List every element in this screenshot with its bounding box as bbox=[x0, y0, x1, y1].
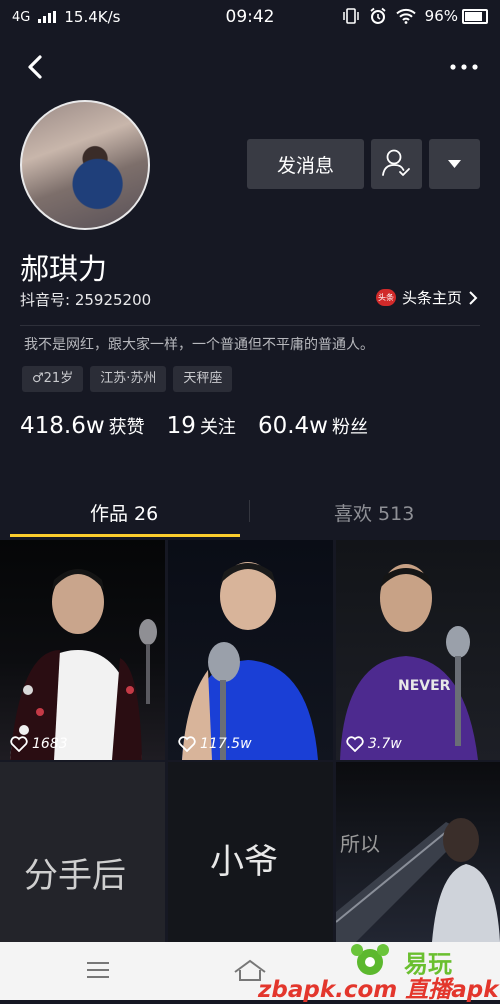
follow-button[interactable] bbox=[371, 139, 422, 189]
tag-constellation: 天秤座 bbox=[173, 366, 233, 392]
tab-likes[interactable]: 喜欢 513 bbox=[334, 499, 414, 526]
profile-stats: 418.6w 获赞 19 关注 60.4w 粉丝 bbox=[20, 413, 368, 439]
like-count-text: 1683 bbox=[32, 736, 68, 752]
back-icon[interactable] bbox=[22, 52, 50, 82]
status-bar: 4G 15.4K/s 09:42 96% bbox=[0, 0, 500, 34]
stat-value: 60.4w bbox=[257, 413, 328, 439]
toutiao-homepage-link[interactable]: 头条 头条主页 bbox=[375, 287, 478, 308]
stat-label: 关注 bbox=[199, 417, 236, 438]
like-count-text: 117.5w bbox=[200, 736, 252, 752]
user-check-icon bbox=[382, 149, 410, 176]
divider bbox=[20, 325, 480, 326]
video-thumbnail[interactable]: 分手后 bbox=[0, 762, 165, 942]
caret-down-icon bbox=[448, 160, 461, 168]
video-thumbnail[interactable]: 小爷 bbox=[168, 762, 333, 942]
content-tabs: 作品 26 喜欢 513 bbox=[0, 484, 500, 540]
watermark-url: zbapk.com 直播apk bbox=[258, 977, 499, 1003]
video-like-count: 1683 bbox=[10, 736, 68, 752]
bio: 我不是网红，跟大家一样，一个普通但不平庸的普通人。 bbox=[24, 337, 374, 353]
vibrate-icon bbox=[342, 8, 359, 24]
stat-label: 获赞 bbox=[108, 417, 145, 438]
status-right: 96% bbox=[342, 7, 488, 25]
toutiao-link-label: 头条主页 bbox=[401, 289, 462, 307]
singer-silhouette bbox=[182, 562, 318, 760]
tab-works[interactable]: 作品 26 bbox=[90, 499, 158, 526]
video-thumbnail[interactable]: 所以 bbox=[336, 762, 500, 942]
send-message-button[interactable]: 发消息 bbox=[247, 139, 364, 189]
battery-icon bbox=[462, 8, 488, 24]
alarm-icon bbox=[370, 7, 386, 24]
video-like-count: 117.5w bbox=[178, 736, 252, 752]
singer-silhouette bbox=[10, 569, 157, 760]
video-thumbnail[interactable]: NEVER 3.7w bbox=[336, 540, 500, 760]
stat-value: 19 bbox=[166, 413, 196, 439]
video-thumbnail[interactable]: 117.5w bbox=[168, 540, 333, 760]
tag-location: 江苏·苏州 bbox=[90, 366, 167, 392]
stat-likes[interactable]: 418.6w 获赞 bbox=[20, 413, 145, 439]
wifi-icon bbox=[395, 8, 416, 24]
video-grid: 1683 117.5w NEVER 3.7w 分手后 小爷 所以 bbox=[0, 540, 500, 942]
svg-text:NEVER: NEVER bbox=[398, 678, 451, 694]
heart-icon bbox=[178, 736, 196, 752]
stat-label: 粉丝 bbox=[331, 417, 368, 438]
video-caption: 分手后 bbox=[24, 856, 126, 896]
video-caption: 小爷 bbox=[210, 842, 278, 882]
more-options-icon[interactable] bbox=[448, 60, 480, 74]
video-like-count: 3.7w bbox=[346, 736, 402, 752]
tag-age: ♂21岁 bbox=[22, 366, 84, 392]
menu-icon[interactable] bbox=[86, 960, 110, 980]
profile-tags: ♂21岁 江苏·苏州 天秤座 bbox=[22, 366, 233, 392]
stat-following[interactable]: 19 关注 bbox=[167, 413, 236, 439]
battery-percent: 96% bbox=[424, 7, 458, 25]
battery: 96% bbox=[425, 7, 488, 25]
nickname: 郝琪力 bbox=[20, 252, 108, 286]
toutiao-logo-icon: 头条 bbox=[375, 289, 396, 306]
like-count-text: 3.7w bbox=[368, 736, 402, 752]
chevron-right-icon bbox=[469, 290, 478, 305]
video-caption: 所以 bbox=[340, 832, 380, 856]
recommend-dropdown-button[interactable] bbox=[429, 139, 480, 189]
stat-followers[interactable]: 60.4w 粉丝 bbox=[258, 413, 368, 439]
douyin-id: 抖音号: 25925200 bbox=[20, 291, 152, 309]
active-tab-indicator bbox=[10, 534, 240, 537]
heart-icon bbox=[10, 736, 28, 752]
singer-silhouette: NEVER bbox=[340, 564, 478, 760]
video-thumbnail[interactable]: 1683 bbox=[0, 540, 165, 760]
stat-value: 418.6w bbox=[20, 413, 105, 439]
heart-icon bbox=[346, 736, 364, 752]
avatar[interactable] bbox=[20, 100, 150, 230]
tab-separator bbox=[249, 500, 250, 522]
